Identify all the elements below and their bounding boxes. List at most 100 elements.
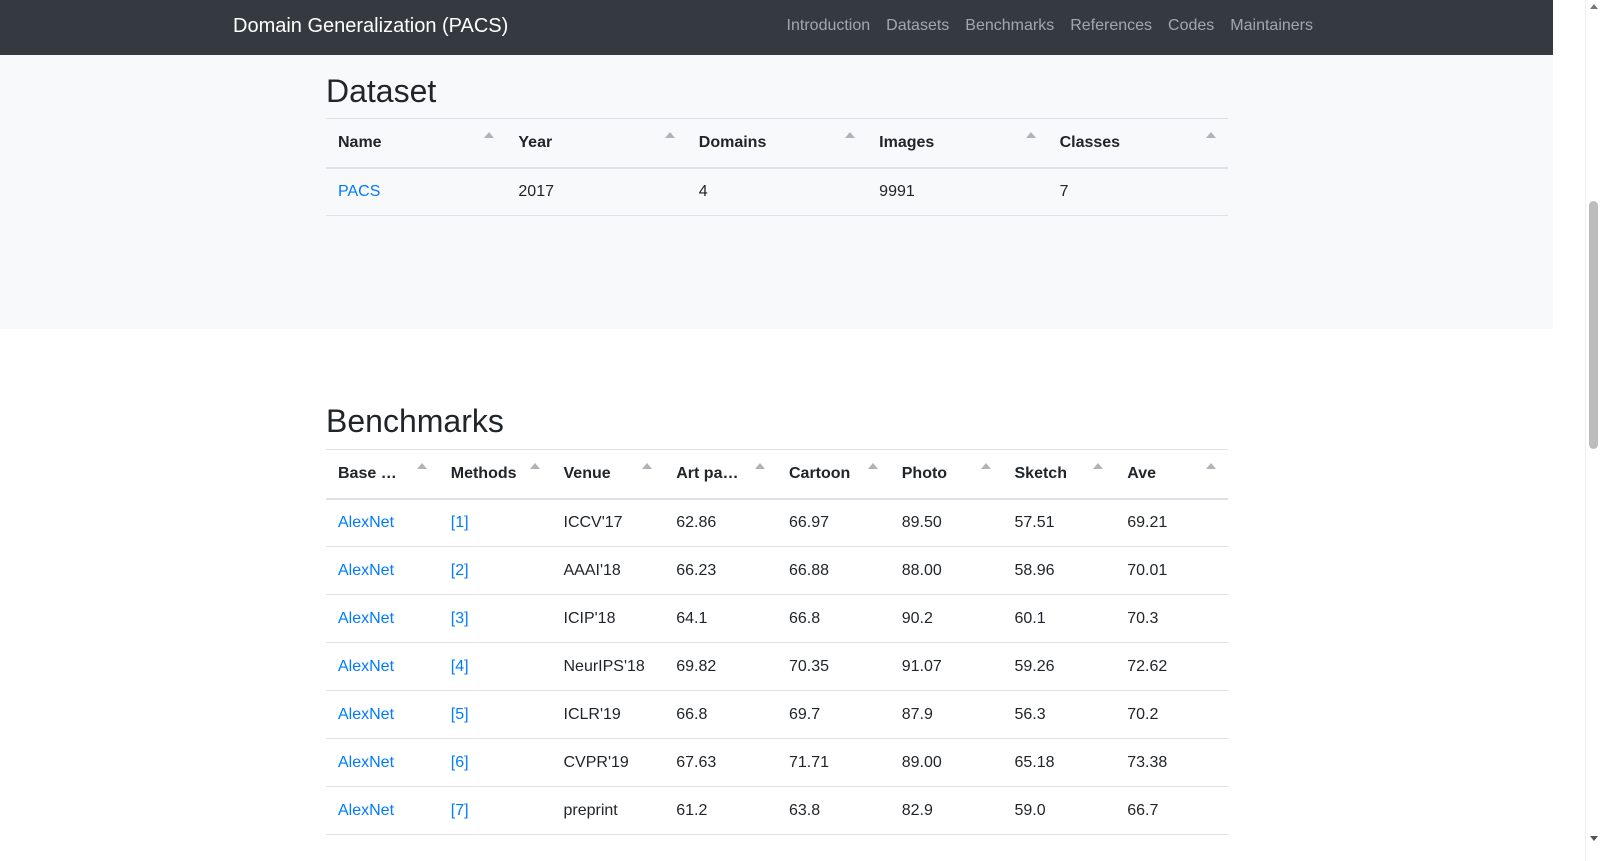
table-row: AlexNet [6] CVPR'19 67.63 71.71 89.00 65… (326, 738, 1228, 787)
bench-col-art[interactable]: Art pa… (664, 449, 777, 500)
nav-link-maintainers[interactable]: Maintainers (1230, 17, 1313, 35)
venue-cell: CVPR'19 (551, 738, 665, 787)
art-cell: 62.86 (664, 498, 777, 547)
benchmarks-header-row: Base … Methods Venue Art pa… Cartoon Pho… (326, 449, 1228, 500)
photo-cell: 82.9 (889, 786, 1003, 835)
nav-link-codes[interactable]: Codes (1168, 17, 1214, 35)
table-row: AlexNet [1] ICCV'17 62.86 66.97 89.50 57… (326, 498, 1228, 547)
bench-col-ave[interactable]: Ave (1115, 449, 1228, 500)
cartoon-cell: 71.71 (777, 738, 890, 787)
sketch-cell: 65.18 (1002, 738, 1116, 787)
nav-link-introduction[interactable]: Introduction (787, 17, 871, 35)
nav-link-references[interactable]: References (1070, 17, 1152, 35)
ave-cell: 72.62 (1115, 642, 1228, 691)
sketch-cell: 58.96 (1002, 546, 1116, 595)
table-row: AlexNet [7] preprint 61.2 63.8 82.9 59.0… (326, 786, 1228, 835)
page-scrollbar[interactable] (1585, 0, 1600, 861)
sketch-cell: 59.26 (1002, 642, 1116, 691)
dataset-domains: 4 (686, 167, 868, 216)
venue-cell: ICLR'19 (551, 690, 665, 739)
nav-links: Introduction Datasets Benchmarks Referen… (771, 17, 1313, 35)
sort-icon[interactable] (867, 463, 878, 469)
method-ref-link[interactable]: [1] (451, 514, 469, 531)
base-model-link[interactable]: AlexNet (338, 754, 394, 771)
bench-col-photo[interactable]: Photo (889, 449, 1003, 500)
cartoon-cell: 63.8 (777, 786, 890, 835)
ave-cell: 70.2 (1115, 690, 1228, 739)
art-cell: 69.82 (664, 642, 777, 691)
nav-link-benchmarks[interactable]: Benchmarks (965, 17, 1054, 35)
benchmarks-table: Base … Methods Venue Art pa… Cartoon Pho… (326, 449, 1228, 835)
venue-cell: AAAI'18 (551, 546, 665, 595)
sort-icon[interactable] (1093, 463, 1104, 469)
dataset-header-row: Name Year Domains Images Classes (326, 118, 1228, 169)
ave-cell: 70.01 (1115, 546, 1228, 595)
ave-cell: 69.21 (1115, 498, 1228, 547)
method-ref-link[interactable]: [2] (451, 562, 469, 579)
sort-icon[interactable] (664, 132, 675, 138)
ave-cell: 70.3 (1115, 594, 1228, 643)
top-navbar: Domain Generalization (PACS) Introductio… (0, 0, 1553, 55)
scroll-thumb[interactable] (1589, 201, 1598, 449)
base-model-link[interactable]: AlexNet (338, 562, 394, 579)
sort-icon[interactable] (1206, 132, 1216, 138)
sketch-cell: 59.0 (1002, 786, 1116, 835)
navbar-brand[interactable]: Domain Generalization (PACS) (233, 15, 508, 38)
table-row: AlexNet [2] AAAI'18 66.23 66.88 88.00 58… (326, 546, 1228, 595)
sketch-cell: 57.51 (1002, 498, 1116, 547)
ave-cell: 66.7 (1115, 786, 1228, 835)
ave-cell: 73.38 (1115, 738, 1228, 787)
base-model-link[interactable]: AlexNet (338, 610, 394, 627)
nav-link-datasets[interactable]: Datasets (886, 17, 949, 35)
sort-icon[interactable] (845, 132, 856, 138)
photo-cell: 91.07 (889, 642, 1003, 691)
dataset-col-name[interactable]: Name (326, 118, 507, 169)
scroll-up-icon[interactable] (1590, 4, 1598, 9)
method-ref-link[interactable]: [5] (451, 706, 469, 723)
scroll-down-icon[interactable] (1590, 836, 1598, 841)
benchmarks-heading: Benchmarks (326, 403, 504, 439)
dataset-col-domains[interactable]: Domains (686, 118, 868, 169)
dataset-table: Name Year Domains Images Classes PACS 20… (326, 118, 1228, 216)
sort-icon[interactable] (1206, 463, 1216, 469)
table-row: AlexNet [5] ICLR'19 66.8 69.7 87.9 56.3 … (326, 690, 1228, 739)
dataset-name-link[interactable]: PACS (338, 183, 380, 200)
sort-icon[interactable] (416, 463, 427, 469)
bench-col-base[interactable]: Base … (326, 449, 439, 500)
method-ref-link[interactable]: [6] (451, 754, 469, 771)
sort-icon[interactable] (755, 463, 765, 469)
table-row: AlexNet [3] ICIP'18 64.1 66.8 90.2 60.1 … (326, 594, 1228, 643)
sketch-cell: 60.1 (1002, 594, 1116, 643)
photo-cell: 90.2 (889, 594, 1003, 643)
cartoon-cell: 66.97 (777, 498, 890, 547)
dataset-images: 9991 (867, 167, 1048, 216)
venue-cell: ICIP'18 (551, 594, 665, 643)
table-row: PACS 2017 4 9991 7 (326, 167, 1228, 216)
bench-col-venue[interactable]: Venue (551, 449, 665, 500)
cartoon-cell: 69.7 (777, 690, 890, 739)
art-cell: 67.63 (664, 738, 777, 787)
dataset-col-classes[interactable]: Classes (1047, 118, 1228, 169)
base-model-link[interactable]: AlexNet (338, 658, 394, 675)
art-cell: 66.8 (664, 690, 777, 739)
method-ref-link[interactable]: [7] (451, 802, 469, 819)
method-ref-link[interactable]: [4] (451, 658, 469, 675)
dataset-classes: 7 (1047, 167, 1228, 216)
method-ref-link[interactable]: [3] (451, 610, 469, 627)
dataset-col-images[interactable]: Images (867, 118, 1048, 169)
sort-icon[interactable] (980, 463, 991, 469)
bench-col-methods[interactable]: Methods (438, 449, 552, 500)
sort-icon[interactable] (529, 463, 540, 469)
bench-col-cartoon[interactable]: Cartoon (777, 449, 890, 500)
sort-icon[interactable] (484, 132, 495, 138)
sort-icon[interactable] (642, 463, 653, 469)
dataset-year: 2017 (506, 167, 687, 216)
bench-col-sketch[interactable]: Sketch (1002, 449, 1116, 500)
venue-cell: ICCV'17 (551, 498, 665, 547)
base-model-link[interactable]: AlexNet (338, 514, 394, 531)
base-model-link[interactable]: AlexNet (338, 802, 394, 819)
base-model-link[interactable]: AlexNet (338, 706, 394, 723)
cartoon-cell: 70.35 (777, 642, 890, 691)
dataset-col-year[interactable]: Year (506, 118, 687, 169)
sort-icon[interactable] (1025, 132, 1036, 138)
